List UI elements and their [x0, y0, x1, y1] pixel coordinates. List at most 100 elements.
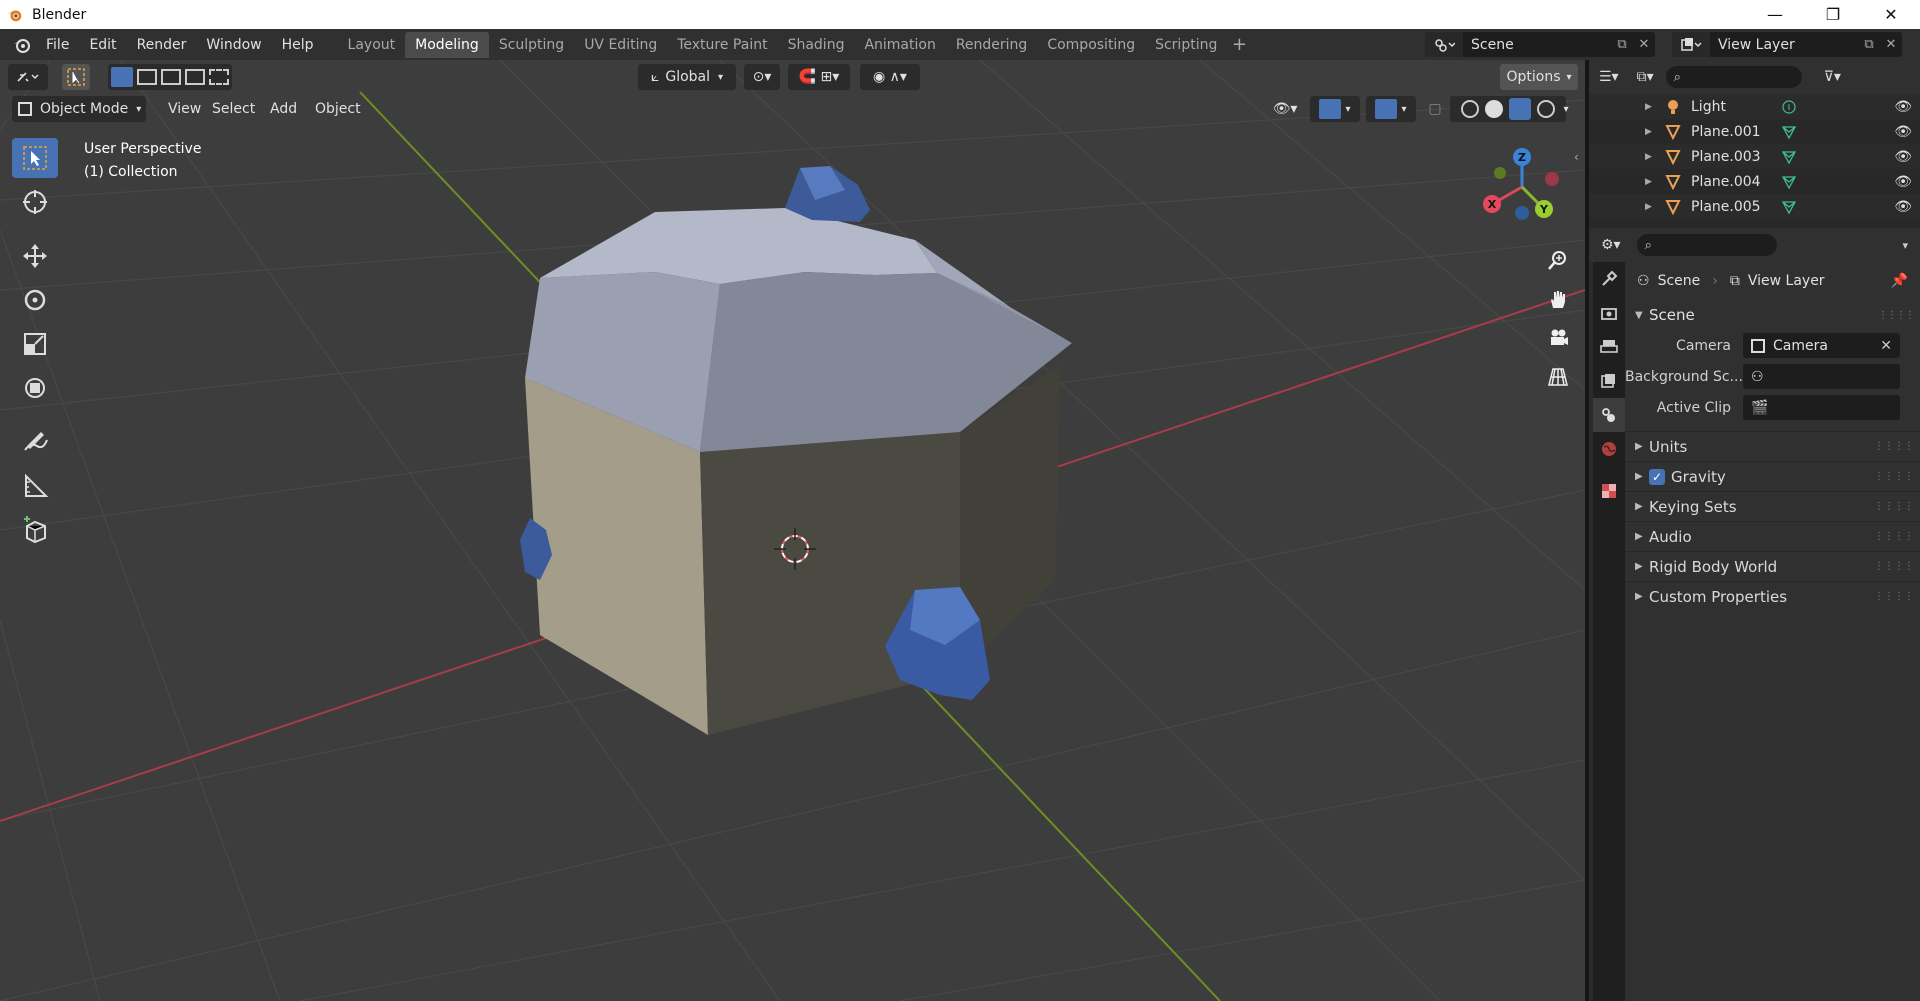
filter-icon[interactable]: ⊽▾	[1824, 69, 1841, 85]
xray-toggle-icon[interactable]: ▢	[1424, 96, 1446, 122]
perspective-toggle-icon[interactable]	[1540, 359, 1576, 395]
tab-layout[interactable]: Layout	[338, 32, 406, 58]
expand-arrow-icon[interactable]: ▶	[1645, 202, 1657, 212]
drag-grip-icon[interactable]: ⋮⋮⋮⋮	[1874, 501, 1914, 512]
subtract-selection-icon[interactable]	[161, 69, 181, 85]
texture-tab-icon[interactable]	[1593, 474, 1625, 508]
properties-options-icon[interactable]: ▾	[1902, 239, 1908, 252]
outliner-row-light[interactable]: ▶ Light 👁	[1589, 94, 1920, 119]
zoom-icon[interactable]	[1540, 242, 1576, 278]
editor-type-icon[interactable]	[8, 64, 48, 90]
annotate-tool-icon[interactable]	[12, 422, 58, 462]
set-selection-icon[interactable]	[111, 67, 133, 87]
tab-texture-paint[interactable]: Texture Paint	[667, 32, 777, 58]
outliner-row-plane-003[interactable]: ▶ Plane.003 👁	[1589, 144, 1920, 169]
view-layer-selector[interactable]: View Layer ⧉ ✕	[1672, 32, 1902, 57]
tab-modeling[interactable]: Modeling	[405, 31, 489, 58]
scene-panel-header[interactable]: ▼ Scene ⋮⋮⋮⋮	[1625, 300, 1920, 330]
overlays-toggle-icon[interactable]: ▾	[1366, 96, 1416, 122]
scale-tool-icon[interactable]	[12, 324, 58, 364]
visibility-icon[interactable]: 👁▾	[1266, 96, 1304, 122]
drag-grip-icon[interactable]: ⋮⋮⋮⋮	[1874, 531, 1914, 542]
gravity-checkbox[interactable]: ✓	[1649, 468, 1665, 485]
audio-panel-header[interactable]: ▶ Audio ⋮⋮⋮⋮	[1625, 521, 1920, 551]
visibility-eye-icon[interactable]: 👁	[1894, 174, 1912, 190]
outliner-search-input[interactable]: ⌕	[1665, 66, 1802, 88]
menu-render[interactable]: Render	[127, 32, 197, 58]
tool-tab-icon[interactable]	[1593, 262, 1625, 296]
world-tab-icon[interactable]	[1593, 432, 1625, 466]
active-clip-field[interactable]: 🎬	[1743, 395, 1900, 420]
extend-selection-icon[interactable]	[137, 69, 157, 85]
minimize-button[interactable]: —	[1746, 0, 1804, 29]
drag-grip-icon[interactable]: ⋮⋮⋮⋮	[1878, 310, 1915, 321]
new-scene-icon[interactable]: ⧉	[1611, 32, 1633, 57]
visibility-eye-icon[interactable]: 👁	[1894, 149, 1912, 165]
blender-menu-icon[interactable]	[8, 32, 36, 58]
visibility-eye-icon[interactable]: 👁	[1894, 199, 1912, 215]
tab-uv-editing[interactable]: UV Editing	[574, 32, 667, 58]
drag-grip-icon[interactable]: ⋮⋮⋮⋮	[1874, 591, 1914, 602]
outliner-row-plane-001[interactable]: ▶ Plane.001 👁	[1589, 119, 1920, 144]
tab-sculpting[interactable]: Sculpting	[489, 32, 574, 58]
rendered-shading-icon[interactable]	[1537, 100, 1555, 118]
options-dropdown[interactable]: Options ▾	[1500, 64, 1578, 90]
close-button[interactable]: ✕	[1862, 0, 1920, 29]
drag-grip-icon[interactable]: ⋮⋮⋮⋮	[1874, 471, 1914, 482]
custom-properties-panel-header[interactable]: ▶ Custom Properties ⋮⋮⋮⋮	[1625, 581, 1920, 611]
tab-scripting[interactable]: Scripting	[1145, 32, 1227, 58]
scene-tab-icon[interactable]	[1593, 398, 1625, 432]
material-shading-icon[interactable]	[1509, 98, 1531, 120]
mode-dropdown[interactable]: Object Mode ▾	[12, 96, 146, 122]
background-scene-field[interactable]: ⚇	[1743, 364, 1900, 389]
tab-compositing[interactable]: Compositing	[1037, 32, 1145, 58]
menu-file[interactable]: File	[36, 32, 79, 58]
tab-animation[interactable]: Animation	[854, 32, 945, 58]
properties-search-input[interactable]: ⌕	[1636, 234, 1777, 256]
render-tab-icon[interactable]	[1593, 296, 1625, 330]
select-box-tool[interactable]	[12, 138, 58, 178]
proportional-editing-icon[interactable]: ◉ ∧▾	[860, 64, 920, 90]
transform-tool-icon[interactable]	[12, 368, 58, 408]
wireframe-shading-icon[interactable]	[1461, 100, 1479, 118]
restore-button[interactable]: ❐	[1804, 0, 1862, 29]
view-layer-tab-icon[interactable]	[1593, 364, 1625, 398]
properties-editor-type-icon[interactable]: ⚙▾	[1601, 237, 1621, 253]
menu-view[interactable]: View	[160, 101, 209, 117]
delete-scene-icon[interactable]: ✕	[1633, 32, 1655, 57]
display-mode-icon[interactable]: ⧉▾	[1637, 69, 1654, 85]
pivot-point-icon[interactable]: ⊙▾	[744, 64, 780, 90]
sidebar-toggle-chevron[interactable]: ‹	[1574, 150, 1579, 164]
pin-icon[interactable]: 📌	[1891, 273, 1908, 289]
menu-add[interactable]: Add	[262, 101, 305, 117]
scene-selector[interactable]: Scene ⧉ ✕	[1425, 32, 1655, 57]
outliner-editor-type-icon[interactable]: ☰▾	[1599, 69, 1619, 85]
transform-orientation-dropdown[interactable]: ⟀ Global ▾	[638, 64, 736, 90]
snap-icon[interactable]: 🧲 ⊞▾	[788, 64, 850, 90]
menu-object[interactable]: Object	[307, 101, 369, 117]
visibility-eye-icon[interactable]: 👁	[1894, 99, 1912, 115]
pan-hand-icon[interactable]	[1540, 281, 1576, 317]
solid-shading-icon[interactable]	[1485, 100, 1503, 118]
add-cube-tool-icon[interactable]	[12, 510, 58, 550]
gravity-panel-header[interactable]: ▶ ✓ Gravity ⋮⋮⋮⋮	[1625, 461, 1920, 491]
outliner-row-plane-004[interactable]: ▶ Plane.004 👁	[1589, 169, 1920, 194]
units-panel-header[interactable]: ▶ Units ⋮⋮⋮⋮	[1625, 431, 1920, 461]
outliner-row-plane-005[interactable]: ▶ Plane.005 👁	[1589, 194, 1920, 219]
drag-grip-icon[interactable]: ⋮⋮⋮⋮	[1874, 561, 1914, 572]
measure-tool-icon[interactable]	[12, 466, 58, 506]
rotate-tool-icon[interactable]	[12, 280, 58, 320]
keying-sets-panel-header[interactable]: ▶ Keying Sets ⋮⋮⋮⋮	[1625, 491, 1920, 521]
cursor-tool-icon[interactable]	[12, 182, 58, 222]
menu-select[interactable]: Select	[204, 101, 263, 117]
move-tool-icon[interactable]	[12, 236, 58, 276]
drag-grip-icon[interactable]: ⋮⋮⋮⋮	[1874, 441, 1914, 452]
rigid-body-world-panel-header[interactable]: ▶ Rigid Body World ⋮⋮⋮⋮	[1625, 551, 1920, 581]
visibility-eye-icon[interactable]: 👁	[1894, 124, 1912, 140]
expand-arrow-icon[interactable]: ▶	[1645, 152, 1657, 162]
menu-window[interactable]: Window	[196, 32, 271, 58]
intersect-selection-icon[interactable]	[209, 69, 229, 85]
new-view-layer-icon[interactable]: ⧉	[1858, 32, 1880, 57]
navigation-gizmo[interactable]: Z X Y	[1470, 145, 1570, 245]
shading-options-icon[interactable]: ▾	[1556, 96, 1576, 122]
